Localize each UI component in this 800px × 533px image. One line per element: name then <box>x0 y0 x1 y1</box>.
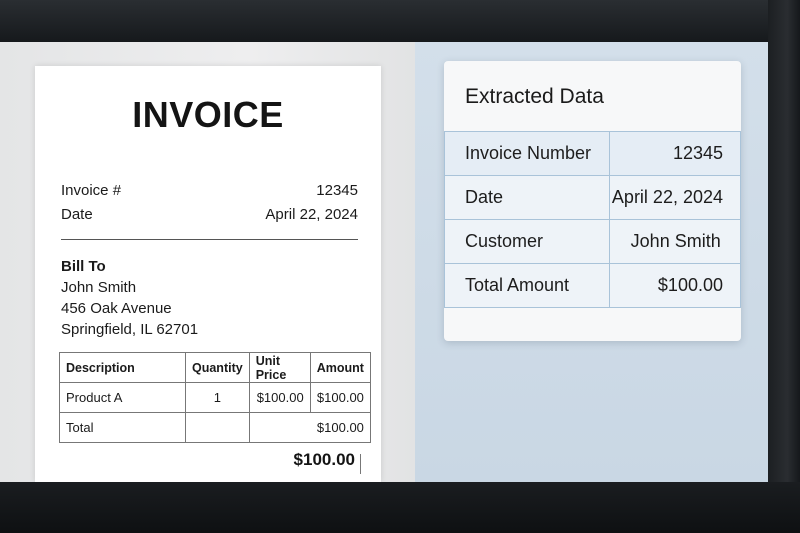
bill-to-name: John Smith <box>61 279 137 296</box>
invoice-number-row: Invoice # 12345 <box>61 182 358 204</box>
invoice-date-label: Date <box>61 206 93 223</box>
invoice-number-value: 12345 <box>316 182 358 199</box>
extracted-data-table: Invoice Number 12345 Date April 22, 2024… <box>444 131 741 308</box>
divider <box>61 239 358 240</box>
col-unit-price: Unit Price <box>248 352 311 383</box>
col-description: Description <box>59 352 186 383</box>
col-amount: Amount <box>309 352 371 383</box>
total-value: $100.00 <box>248 412 371 443</box>
field-key: Invoice Number <box>444 131 611 176</box>
field-key: Total Amount <box>444 263 611 308</box>
monitor-bezel-bottom <box>0 482 800 533</box>
invoice-number-label: Invoice # <box>61 182 122 199</box>
invoice-title: INVOICE <box>132 94 284 135</box>
table-total-row: Total $100.00 <box>59 412 371 443</box>
invoice-date-row: Date April 22, 2024 <box>61 206 358 228</box>
cell-quantity: 1 <box>185 382 250 413</box>
field-value: John Smith <box>609 219 741 264</box>
cell-amount: $100.00 <box>309 382 371 413</box>
total-divider <box>360 454 361 474</box>
monitor-bezel-top <box>0 0 800 42</box>
bill-to-street: 456 Oak Avenue <box>61 300 172 317</box>
bill-to-city: Springfield, IL 62701 <box>61 321 199 338</box>
table-row[interactable]: Date April 22, 2024 <box>444 175 741 220</box>
field-key: Date <box>444 175 611 220</box>
table-row: Product A 1 $100.00 $100.00 <box>59 382 371 413</box>
invoice-date-value: April 22, 2024 <box>265 206 358 223</box>
table-row[interactable]: Total Amount $100.00 <box>444 263 741 308</box>
monitor-bezel-right <box>768 0 800 533</box>
document-pane: INVOICE Invoice # 12345 Date April 22, 2… <box>0 42 415 482</box>
cell-unit-price: $100.00 <box>248 382 311 413</box>
total-label: Total <box>59 412 186 443</box>
col-quantity: Quantity <box>185 352 250 383</box>
extracted-data-card: Extracted Data Invoice Number 12345 Date… <box>444 61 741 341</box>
empty-cell <box>185 412 250 443</box>
extracted-data-title: Extracted Data <box>465 85 604 108</box>
invoice-document: INVOICE Invoice # 12345 Date April 22, 2… <box>35 66 381 482</box>
line-items-table: Description Quantity Unit Price Amount P… <box>59 352 371 443</box>
grand-total: $100.00 <box>293 450 355 469</box>
table-row[interactable]: Invoice Number 12345 <box>444 131 741 176</box>
bill-to-heading: Bill To <box>61 258 106 275</box>
cell-description: Product A <box>59 382 186 413</box>
table-header-row: Description Quantity Unit Price Amount <box>59 352 371 383</box>
field-value: $100.00 <box>609 263 741 308</box>
field-key: Customer <box>444 219 611 264</box>
field-value: April 22, 2024 <box>609 175 741 220</box>
field-value: 12345 <box>609 131 741 176</box>
table-row[interactable]: Customer John Smith <box>444 219 741 264</box>
